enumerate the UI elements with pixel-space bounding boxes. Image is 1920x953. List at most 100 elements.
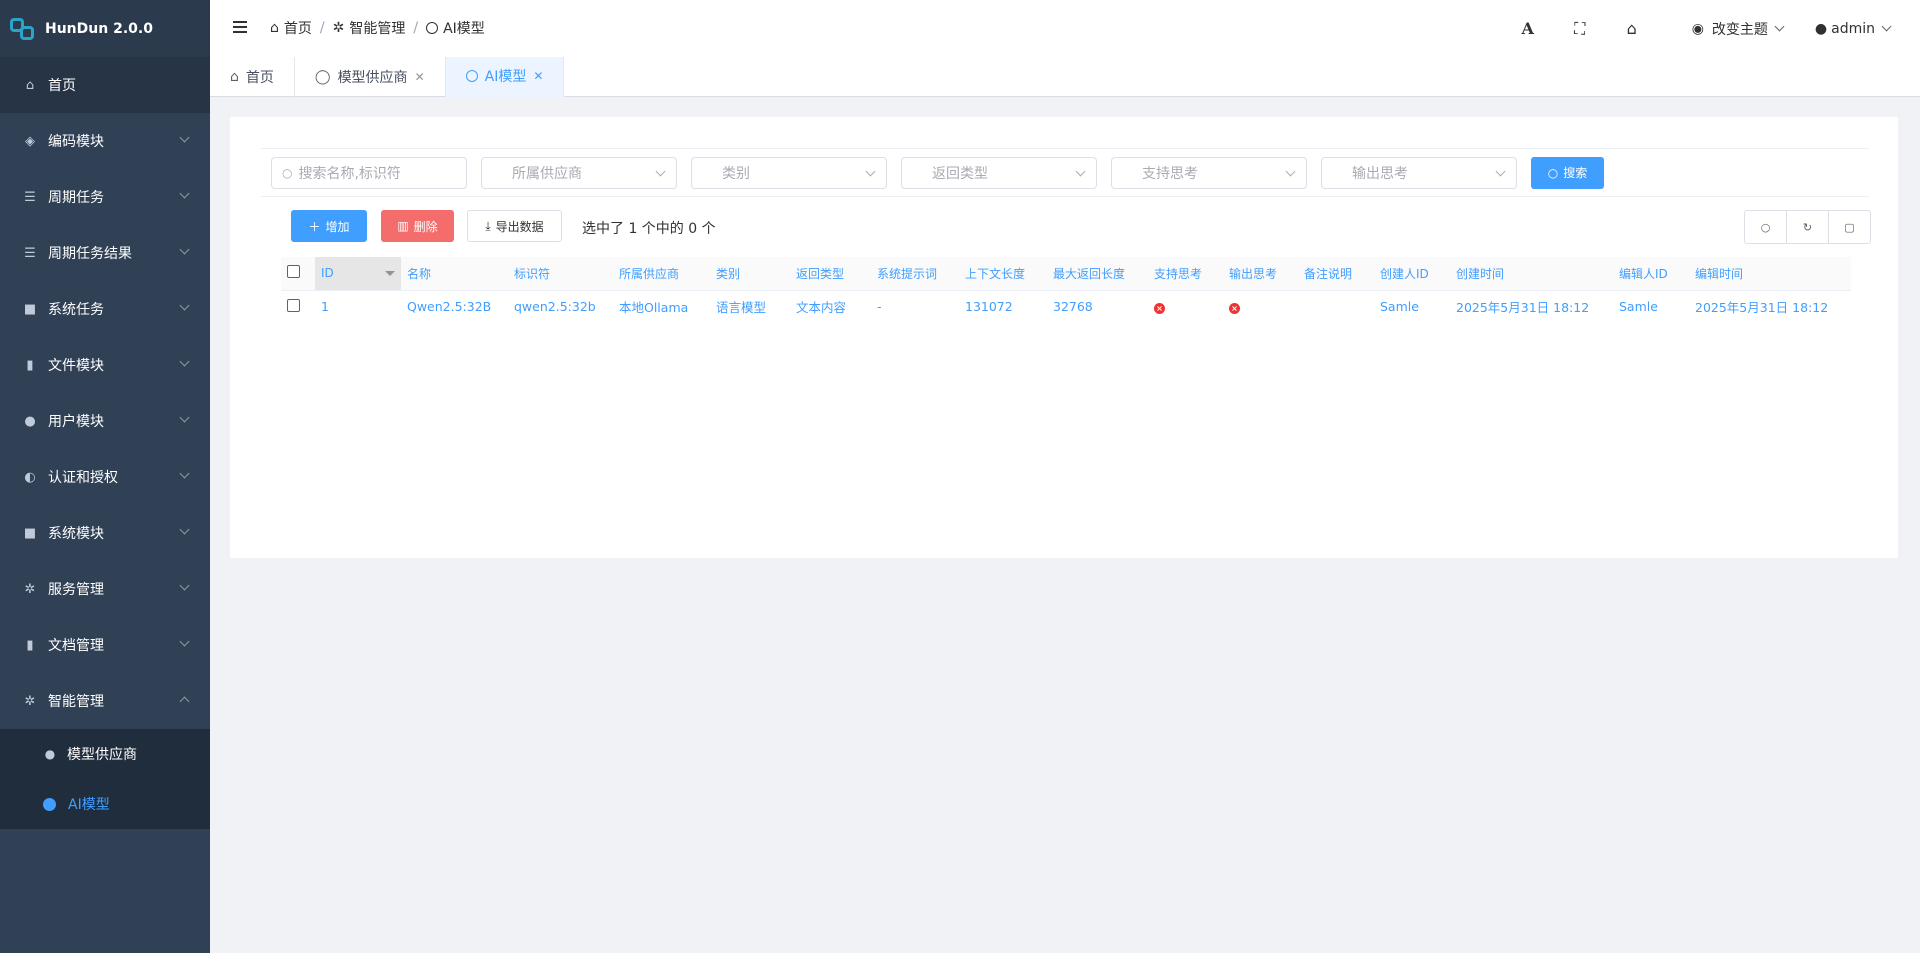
breadcrumb-item: 智能管理: [349, 21, 406, 37]
table-cell[interactable]: 语言模型: [710, 290, 790, 323]
sidebar-item-users[interactable]: ● 用户模块: [0, 393, 210, 449]
search-button[interactable]: ○ 搜索: [1531, 156, 1604, 189]
table-cell: ×: [1223, 290, 1298, 323]
home-icon[interactable]: ⌂: [1606, 19, 1658, 38]
gear-icon: ✲: [24, 693, 36, 709]
gear-icon: ✲: [24, 581, 36, 597]
sidebar-item-home[interactable]: ⌂ 首页: [0, 57, 210, 113]
table-cell[interactable]: 2025年5月31日 18:12: [1450, 290, 1613, 323]
delete-button[interactable]: ▥ 删除: [381, 210, 454, 242]
sidebar-item-services[interactable]: ✲ 服务管理: [0, 561, 210, 617]
category-select[interactable]: 类别: [691, 156, 887, 189]
close-icon[interactable]: ✕: [415, 70, 425, 84]
output-thinking-select[interactable]: 输出思考: [1321, 156, 1517, 189]
tab-ai-models[interactable]: AI模型 ✕: [445, 57, 565, 97]
table-cell[interactable]: 本地Ollama: [613, 290, 710, 323]
table-cell[interactable]: 1: [315, 290, 401, 323]
table-cell[interactable]: 文本内容: [790, 290, 871, 323]
sidebar-item-model-providers[interactable]: ● 模型供应商: [0, 729, 210, 779]
close-icon[interactable]: ✕: [533, 69, 543, 83]
table-cell[interactable]: 2025年5月31日 18:12: [1689, 290, 1851, 323]
chevron-down-icon: [179, 524, 190, 535]
sidebar-item-ai-models[interactable]: AI模型: [0, 779, 210, 829]
search-input[interactable]: ○ 搜索名称,标识符: [271, 156, 467, 189]
breadcrumb-separator: /: [319, 20, 325, 36]
font-size-icon[interactable]: A: [1502, 19, 1554, 38]
sort-icon[interactable]: [385, 271, 395, 276]
sidebar-item-ai[interactable]: ✲ 智能管理: [0, 673, 210, 729]
table-cell[interactable]: Samle: [1374, 290, 1450, 323]
table-cell[interactable]: -: [871, 290, 959, 323]
search-icon: ○: [282, 165, 293, 180]
table-cell[interactable]: qwen2.5:32b: [508, 290, 613, 323]
table-cell[interactable]: Samle: [1613, 290, 1689, 323]
table-cell[interactable]: [1298, 290, 1374, 323]
sidebar-item-label: 周期任务: [48, 190, 104, 206]
sidebar-item-label: 用户模块: [48, 414, 104, 430]
logo[interactable]: HunDun 2.0.0: [0, 0, 210, 57]
export-button[interactable]: ⤓ 导出数据: [467, 210, 562, 242]
fullscreen-icon[interactable]: ⛶: [1554, 19, 1606, 39]
circle-icon: [465, 70, 478, 82]
provider-select[interactable]: 所属供应商: [481, 156, 677, 189]
sidebar-item-periodic-task-results[interactable]: ☰ 周期任务结果: [0, 225, 210, 281]
chevron-down-icon: [179, 412, 190, 423]
palette-icon: ◉: [1691, 20, 1704, 37]
home-icon: ⌂: [25, 77, 35, 93]
sidebar-item-label: 周期任务结果: [48, 246, 132, 262]
chevron-down-icon: [179, 356, 190, 367]
sidebar-item-docs[interactable]: ▮ 文档管理: [0, 617, 210, 673]
username: admin: [1831, 20, 1875, 37]
hamburger-icon[interactable]: [233, 21, 247, 33]
search-button-label: 搜索: [1563, 166, 1588, 180]
chevron-down-icon: [1285, 166, 1296, 176]
sidebar-item-auth[interactable]: ◐ 认证和授权: [0, 449, 210, 505]
return-type-select[interactable]: 返回类型: [901, 156, 1097, 189]
select-all-checkbox[interactable]: [287, 265, 300, 279]
table-row[interactable]: 1 Qwen2.5:32B qwen2.5:32b 本地Ollama 语言模型 …: [281, 290, 1851, 323]
column-header: 返回类型: [790, 257, 871, 291]
chevron-down-icon: [179, 188, 190, 199]
home-icon: ⌂: [230, 69, 239, 85]
column-header: 创建人ID: [1374, 257, 1450, 291]
select-placeholder: 类别: [722, 165, 750, 182]
cube-icon: ◈: [25, 133, 35, 149]
select-placeholder: 所属供应商: [512, 165, 582, 182]
chevron-down-icon: [1075, 166, 1086, 176]
sidebar-item-system-tasks[interactable]: ■ 系统任务: [0, 281, 210, 337]
gear-icon: ✲: [332, 20, 345, 36]
column-header: 名称: [401, 257, 508, 291]
sidebar-item-files[interactable]: ▮ 文件模块: [0, 337, 210, 393]
sidebar-item-label: 认证和授权: [48, 470, 118, 486]
refresh-button[interactable]: ↻: [1786, 210, 1829, 244]
sidebar-item-periodic-tasks[interactable]: ☰ 周期任务: [0, 169, 210, 225]
tab-home[interactable]: ⌂ 首页: [210, 57, 295, 97]
table-cell[interactable]: 131072: [959, 290, 1047, 323]
search-toggle-button[interactable]: ○: [1744, 210, 1787, 244]
search-icon: ○: [1760, 220, 1771, 234]
sidebar-item-system[interactable]: ■ 系统模块: [0, 505, 210, 561]
add-button-label: 增加: [325, 219, 350, 234]
breadcrumb-separator: /: [413, 20, 419, 36]
add-button[interactable]: ＋ 增加: [291, 210, 367, 242]
sidebar-item-encoding[interactable]: ◈ 编码模块: [0, 113, 210, 169]
user-icon: ●: [24, 413, 36, 429]
support-thinking-select[interactable]: 支持思考: [1111, 156, 1307, 189]
column-header[interactable]: ID: [315, 257, 401, 291]
search-placeholder: 搜索名称,标识符: [298, 165, 401, 182]
filter-bar: ○ 搜索名称,标识符 所属供应商 类别 返回类型 支持思考 输出思考 ○ 搜索: [261, 148, 1869, 197]
breadcrumb-item[interactable]: 首页: [284, 18, 312, 38]
search-icon: ○: [1547, 165, 1559, 180]
columns-button[interactable]: ▢: [1828, 210, 1871, 244]
table-cell[interactable]: Qwen2.5:32B: [401, 290, 508, 323]
download-icon: ⤓: [485, 218, 491, 233]
user-menu[interactable]: ● admin: [1801, 21, 1920, 37]
sidebar-submenu-ai: ● 模型供应商 AI模型: [0, 729, 210, 829]
table-cell[interactable]: 32768: [1047, 290, 1148, 323]
list-icon: ☰: [24, 189, 36, 205]
tab-model-providers[interactable]: ◯ 模型供应商 ✕: [295, 57, 446, 97]
row-checkbox[interactable]: [287, 298, 300, 312]
theme-switcher[interactable]: ◉ 改变主题: [1674, 19, 1801, 39]
shield-icon: ◐: [24, 469, 36, 485]
list-icon: ☰: [24, 245, 36, 261]
